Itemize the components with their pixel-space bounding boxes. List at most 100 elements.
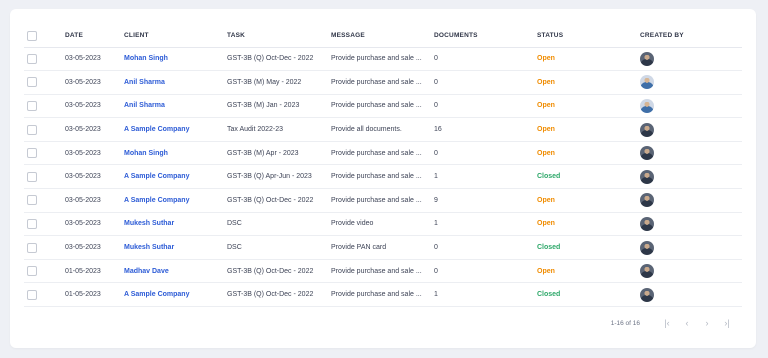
header-task[interactable]: TASK <box>227 25 331 48</box>
row-client-link[interactable]: Anil Sharma <box>124 70 227 95</box>
row-checkbox[interactable] <box>27 289 37 300</box>
row-task: GST-3B (Q) Apr-Jun - 2023 <box>227 164 331 190</box>
avatar-icon[interactable] <box>640 98 654 113</box>
row-task: GST-3B (Q) Oct-Dec - 2022 <box>227 259 331 284</box>
row-message: Provide purchase and sale ... <box>331 164 434 190</box>
select-all-cell <box>24 25 65 48</box>
row-message: Provide purchase and sale ... <box>331 282 434 308</box>
table-row[interactable]: 01-05-2023 A Sample Company GST-3B (Q) Oct… <box>24 282 742 308</box>
header-created-by[interactable]: CREATED BY <box>640 25 742 48</box>
row-task: GST-3B (M) Jan - 2023 <box>227 94 331 119</box>
row-date: 03-05-2023 <box>65 164 124 190</box>
avatar-icon[interactable] <box>640 264 654 279</box>
row-status: Open <box>537 188 640 213</box>
next-page-icon[interactable]: › <box>700 318 714 328</box>
table-row[interactable]: 03-05-2023 Mukesh Suthar DSC Provide PAN ca… <box>24 235 742 260</box>
avatar-icon[interactable] <box>640 146 654 161</box>
row-checkbox[interactable] <box>27 124 37 135</box>
row-checkbox[interactable] <box>27 171 37 182</box>
row-status: Closed <box>537 235 640 260</box>
row-created-by <box>640 141 742 166</box>
table-row[interactable]: 03-05-2023 Mohan Singh GST-3B (Q) Oct-Dec … <box>24 47 742 72</box>
avatar-icon[interactable] <box>640 122 654 137</box>
row-date: 03-05-2023 <box>65 212 124 237</box>
avatar-icon[interactable] <box>640 216 654 231</box>
row-date: 03-05-2023 <box>65 235 124 260</box>
row-client-link[interactable]: Madhav Dave <box>124 259 227 284</box>
header-status[interactable]: STATUS <box>537 25 640 48</box>
row-client-link[interactable]: A Sample Company <box>124 188 227 213</box>
row-documents: 0 <box>434 94 537 119</box>
row-documents: 1 <box>434 212 537 237</box>
row-client-link[interactable]: Anil Sharma <box>124 94 227 119</box>
row-created-by <box>640 47 742 72</box>
row-checkbox[interactable] <box>27 242 37 253</box>
row-documents: 1 <box>434 282 537 308</box>
row-checkbox[interactable] <box>27 218 37 229</box>
row-task: GST-3B (Q) Oct-Dec - 2022 <box>227 47 331 72</box>
select-all-checkbox[interactable] <box>27 30 37 41</box>
table-row[interactable]: 03-05-2023 A Sample Company GST-3B (Q) Apr… <box>24 164 742 190</box>
row-task: GST-3B (M) May - 2022 <box>227 70 331 95</box>
row-select-cell <box>24 141 65 166</box>
prev-page-icon[interactable]: ‹ <box>680 318 694 328</box>
header-date[interactable]: DATE <box>65 25 124 48</box>
table-body: 03-05-2023 Mohan Singh GST-3B (Q) Oct-Dec … <box>24 47 742 308</box>
row-created-by <box>640 235 742 260</box>
avatar-icon[interactable] <box>640 51 654 66</box>
row-client-link[interactable]: A Sample Company <box>124 117 227 142</box>
row-documents: 16 <box>434 117 537 142</box>
row-select-cell <box>24 164 65 190</box>
row-status: Open <box>537 70 640 95</box>
row-client-link[interactable]: Mohan Singh <box>124 47 227 72</box>
last-page-icon[interactable]: ›| <box>720 318 734 328</box>
row-client-link[interactable]: Mukesh Suthar <box>124 235 227 260</box>
table-row[interactable]: 03-05-2023 A Sample Company Tax Audit 2022… <box>24 117 742 142</box>
row-message: Provide purchase and sale ... <box>331 141 434 166</box>
row-documents: 0 <box>434 235 537 260</box>
row-date: 03-05-2023 <box>65 188 124 213</box>
row-select-cell <box>24 94 65 119</box>
row-created-by <box>640 164 742 190</box>
first-page-icon[interactable]: |‹ <box>660 318 674 328</box>
row-checkbox[interactable] <box>27 77 37 88</box>
avatar-icon[interactable] <box>640 287 654 302</box>
row-documents: 0 <box>434 259 537 284</box>
avatar-icon[interactable] <box>640 240 654 255</box>
row-client-link[interactable]: A Sample Company <box>124 282 227 308</box>
row-checkbox[interactable] <box>27 148 37 159</box>
row-status: Open <box>537 141 640 166</box>
row-message: Provide video <box>331 212 434 237</box>
header-message[interactable]: MESSAGE <box>331 25 434 48</box>
row-status: Open <box>537 212 640 237</box>
row-checkbox[interactable] <box>27 195 37 206</box>
table-row[interactable]: 03-05-2023 A Sample Company GST-3B (Q) Oct… <box>24 188 742 213</box>
row-date: 03-05-2023 <box>65 70 124 95</box>
row-task: DSC <box>227 235 331 260</box>
table-row[interactable]: 03-05-2023 Mohan Singh GST-3B (M) Apr - 20… <box>24 141 742 166</box>
row-client-link[interactable]: Mukesh Suthar <box>124 212 227 237</box>
row-message: Provide purchase and sale ... <box>331 259 434 284</box>
table-row[interactable]: 03-05-2023 Mukesh Suthar DSC Provide video 1… <box>24 212 742 237</box>
row-client-link[interactable]: A Sample Company <box>124 164 227 190</box>
table-row[interactable]: 03-05-2023 Anil Sharma GST-3B (M) May - 20… <box>24 70 742 95</box>
avatar-icon[interactable] <box>640 169 654 184</box>
avatar-icon[interactable] <box>640 193 654 208</box>
row-select-cell <box>24 47 65 72</box>
header-documents[interactable]: DOCUMENTS <box>434 25 537 48</box>
avatar-icon[interactable] <box>640 75 654 90</box>
row-select-cell <box>24 188 65 213</box>
row-checkbox[interactable] <box>27 266 37 277</box>
row-checkbox[interactable] <box>27 53 37 64</box>
row-status: Open <box>537 259 640 284</box>
row-checkbox[interactable] <box>27 100 37 111</box>
row-task: DSC <box>227 212 331 237</box>
table-row[interactable]: 03-05-2023 Anil Sharma GST-3B (M) Jan - 20… <box>24 94 742 119</box>
header-client[interactable]: CLIENT <box>124 25 227 48</box>
row-date: 01-05-2023 <box>65 282 124 308</box>
row-created-by <box>640 212 742 237</box>
row-select-cell <box>24 235 65 260</box>
row-client-link[interactable]: Mohan Singh <box>124 141 227 166</box>
row-status: Open <box>537 94 640 119</box>
table-row[interactable]: 01-05-2023 Madhav Dave GST-3B (Q) Oct-Dec … <box>24 259 742 284</box>
